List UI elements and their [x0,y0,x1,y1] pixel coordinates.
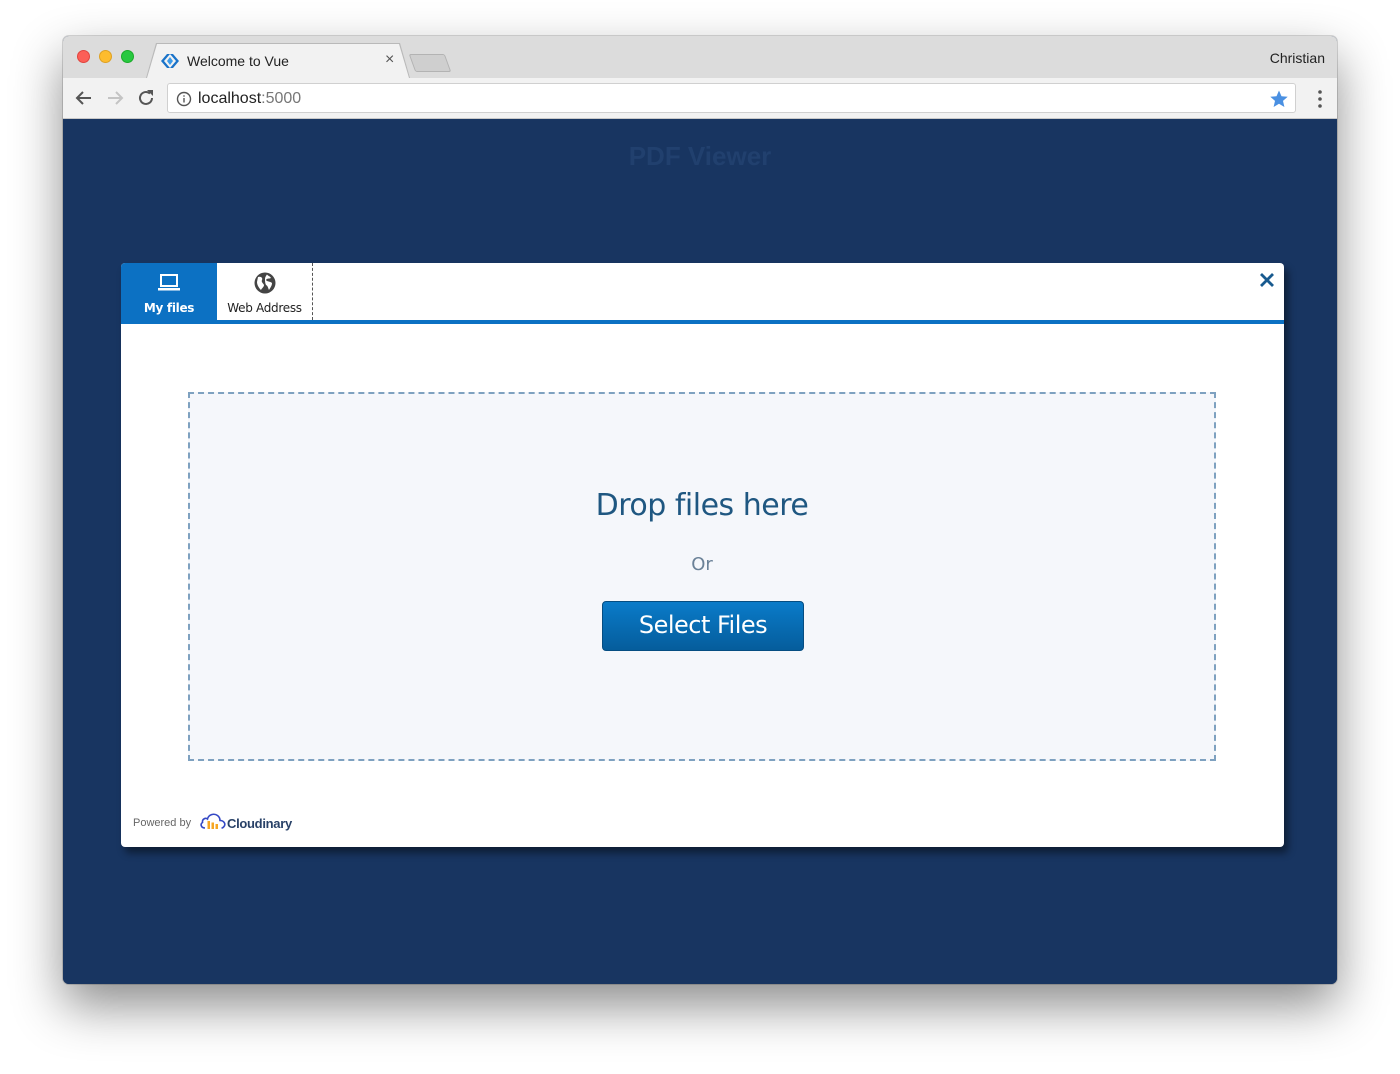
star-icon[interactable] [1269,89,1289,109]
close-icon[interactable] [1258,271,1276,289]
address-bar[interactable]: localhost:5000 [167,83,1296,113]
file-dropzone[interactable]: Drop files here Or Select Files [188,392,1216,761]
kebab-menu-icon[interactable] [1317,89,1323,109]
url-host: localhost [198,90,262,107]
dropzone-separator: Or [691,554,713,575]
arrow-right-icon[interactable] [104,87,126,109]
globe-icon [254,272,276,294]
page-title: PDF Viewer [628,141,772,171]
reload-icon[interactable] [135,87,157,109]
upload-widget: My files Web Address Drop files here Or [121,263,1284,847]
maximize-window-button[interactable] [121,50,134,63]
tab-my-files[interactable]: My files [121,263,217,320]
dropzone-title: Drop files here [595,488,809,523]
browser-titlebar: Welcome to Vue × Christian [63,36,1337,78]
close-window-button[interactable] [77,50,90,63]
arrow-left-icon[interactable] [73,87,95,109]
url-text[interactable]: localhost:5000 [198,90,301,108]
tab-title: Welcome to Vue [187,53,289,69]
select-files-button[interactable]: Select Files [602,601,804,651]
browser-window: Welcome to Vue × Christian localhost:500… [63,36,1337,984]
cloudinary-brand[interactable]: Cloudinary [227,816,292,831]
tab-close-icon[interactable]: × [385,51,394,69]
vue-favicon-icon [161,54,179,68]
new-tab-button[interactable] [408,54,452,72]
laptop-icon [158,274,180,291]
minimize-window-button[interactable] [99,50,112,63]
info-icon[interactable] [176,91,192,107]
tab-label: Web Address [227,301,302,315]
tab-web-address[interactable]: Web Address [217,263,313,320]
page-viewport: PDF Viewer My files Web Address Drop fil… [63,119,1337,984]
cloudinary-logo-icon[interactable] [199,811,227,831]
upload-source-tabs: My files Web Address [121,263,1284,324]
powered-by-label: Powered by [133,817,192,829]
browser-toolbar: localhost:5000 [63,78,1337,119]
profile-name[interactable]: Christian [1270,50,1325,66]
url-port: :5000 [261,90,302,107]
tab-label: My files [143,301,195,315]
